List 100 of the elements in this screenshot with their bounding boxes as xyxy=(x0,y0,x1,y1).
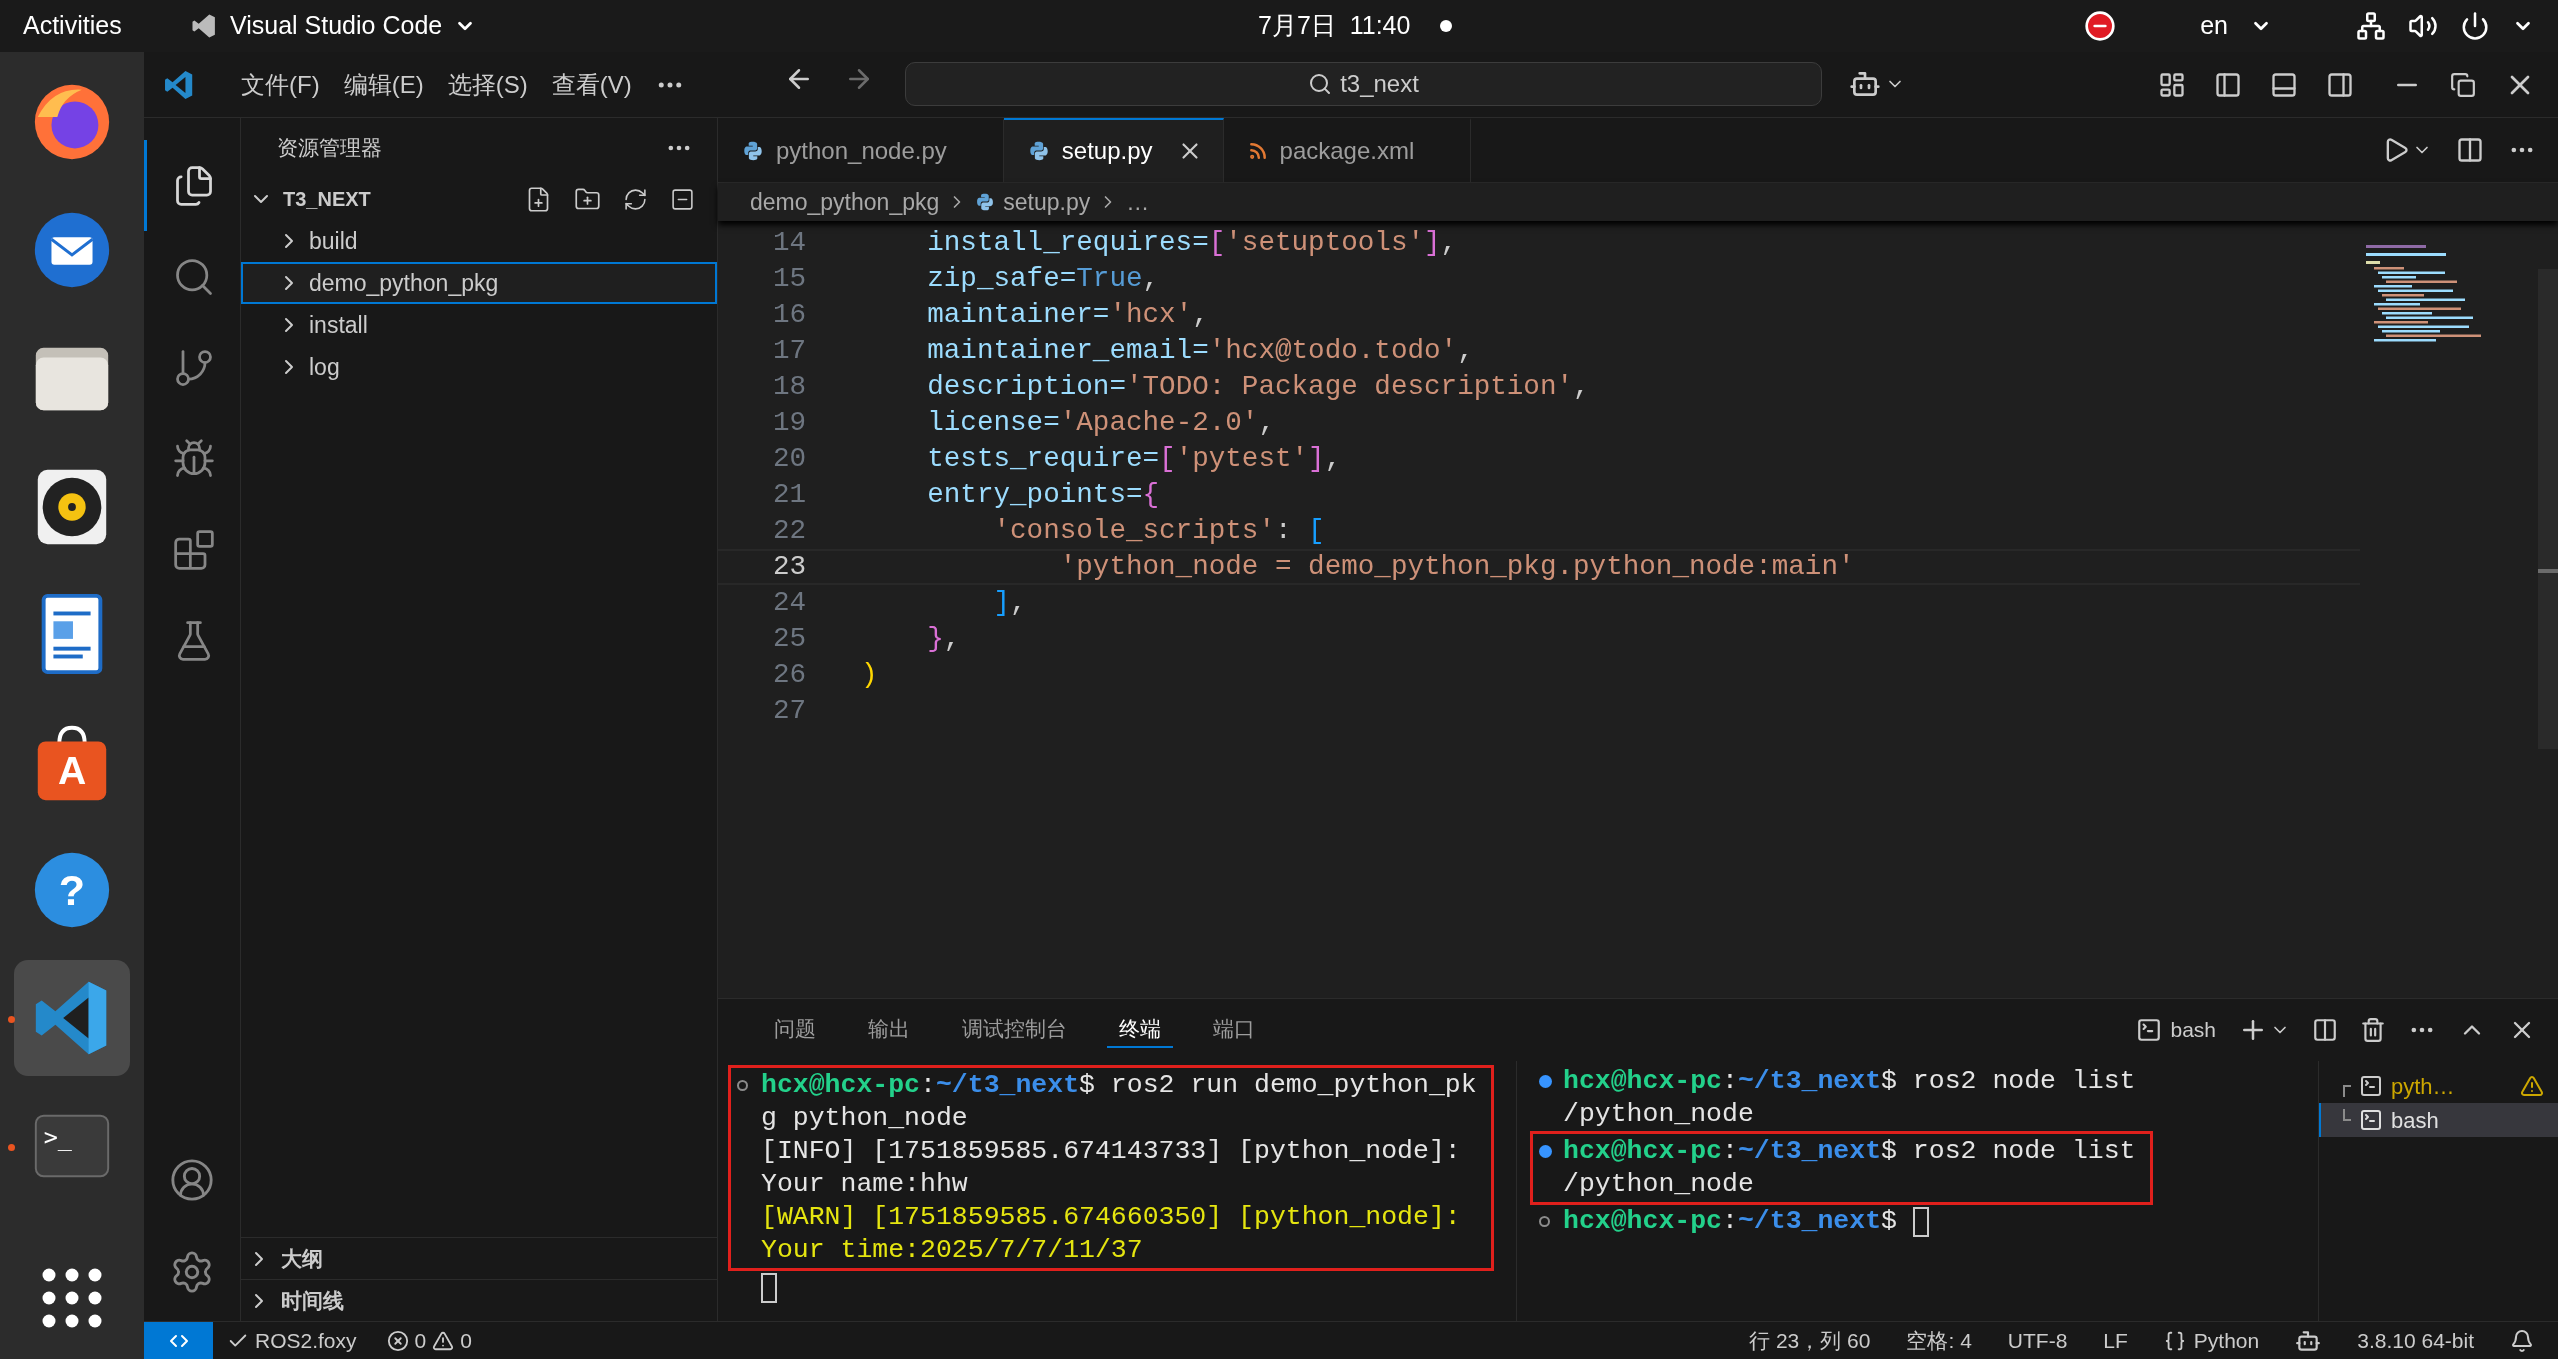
date-time[interactable]: 7月7日 11:40 xyxy=(1258,7,1411,45)
line-ending[interactable]: LF xyxy=(2103,1324,2128,1357)
trash-icon[interactable] xyxy=(2360,1017,2386,1043)
terminal-icon xyxy=(2359,1074,2383,1098)
blocks-icon xyxy=(171,527,216,572)
terminal-line: /python_node xyxy=(1563,1167,1754,1201)
line-number: 24 xyxy=(771,586,806,621)
dock-item[interactable]: >_ xyxy=(14,1088,130,1204)
warning-icon xyxy=(432,1329,455,1352)
code-line: install_requires=['setuptools'], xyxy=(926,226,1458,261)
section-header[interactable]: 大纲 xyxy=(241,1237,717,1279)
terminal-line: [INFO] [1751859585.674143733] [python_node]: xyxy=(761,1134,1461,1168)
source-control-item[interactable]: ROS2.foxy xyxy=(227,1324,357,1357)
activities-button[interactable]: Activities xyxy=(0,7,190,45)
line-number: 14 xyxy=(771,226,806,261)
terminal-line: Your name:hhw xyxy=(761,1167,968,1201)
search-icon xyxy=(1308,72,1333,96)
problems-item[interactable]: 0 0 xyxy=(386,1324,472,1357)
terminal-line: /python_node xyxy=(1563,1097,1754,1131)
dock-item[interactable] xyxy=(14,960,130,1076)
code-line: description='TODO: Package description', xyxy=(926,370,1590,405)
terminal-title: bash xyxy=(2391,1106,2439,1135)
terminal-list-item[interactable]: pyth… xyxy=(2319,1069,2558,1103)
terminal-line: hcx@hcx-pc:~/t3_next$ ros2 node list xyxy=(1563,1134,2136,1168)
terminal-list-item[interactable]: bash xyxy=(2319,1103,2558,1137)
rss-icon xyxy=(1247,141,1268,161)
code-line: ], xyxy=(992,586,1027,621)
refresh-icon[interactable] xyxy=(623,186,648,212)
menu-item[interactable]: 编辑(E) xyxy=(332,62,435,107)
indentation[interactable]: 空格: 4 xyxy=(1906,1324,1972,1357)
network-icon xyxy=(2356,11,2386,41)
layout-icon[interactable] xyxy=(2158,70,2186,99)
line-number: 21 xyxy=(771,478,806,513)
panel-tab[interactable]: 终端 xyxy=(1107,1012,1173,1048)
line-number: 25 xyxy=(771,622,806,657)
split-terminal-icon[interactable] xyxy=(2312,1017,2338,1043)
terminal-icon xyxy=(2136,1017,2163,1043)
menu-item[interactable]: 文件(F) xyxy=(230,62,331,107)
code-line: }, xyxy=(926,622,961,657)
panel-tab[interactable]: 输出 xyxy=(856,1012,922,1048)
breadcrumb-item[interactable]: demo_python_pkg xyxy=(750,184,940,220)
menu-item[interactable]: 查看(V) xyxy=(540,62,643,107)
terminal-name[interactable]: bash xyxy=(2170,1014,2216,1046)
breadcrumb-item[interactable]: … xyxy=(1126,184,1150,220)
braces-icon xyxy=(2163,1329,2186,1352)
section-title: 大纲 xyxy=(281,1245,323,1272)
collapse-icon[interactable] xyxy=(670,186,695,212)
sidebar-toggle-icon[interactable] xyxy=(2214,70,2242,99)
code-line: license='Apache-2.0', xyxy=(926,406,1275,441)
folder-name: T3_NEXT xyxy=(283,187,371,212)
editor-tab[interactable]: python_node.py xyxy=(718,118,1004,182)
account-icon[interactable] xyxy=(169,1157,215,1203)
restore-icon[interactable] xyxy=(2450,71,2476,98)
dock-item[interactable]: A xyxy=(14,704,130,820)
tree-line xyxy=(2343,1109,2351,1121)
encoding[interactable]: UTF-8 xyxy=(2007,1324,2068,1357)
code-line: maintainer_email='hcx@todo.todo', xyxy=(926,334,1474,369)
tree-item[interactable]: build xyxy=(241,220,717,262)
search-field[interactable]: t3_next xyxy=(905,62,1822,106)
cursor-position[interactable]: 行 23，列 60 xyxy=(1749,1324,1871,1357)
warning-count: 0 xyxy=(460,1327,472,1354)
section-title: 时间线 xyxy=(281,1287,344,1314)
breadcrumb-item[interactable]: setup.py xyxy=(975,184,1091,220)
sidebar-title: 资源管理器 xyxy=(277,135,382,162)
keyboard-layout[interactable]: en xyxy=(2200,7,2228,45)
code-line: 'python_node = demo_python_pkg.python_node:main' xyxy=(1058,550,1855,585)
interpreter[interactable]: 3.8.10 64-bit xyxy=(2357,1324,2474,1357)
editor-tab[interactable]: setup.py xyxy=(1003,118,1224,182)
line-number: 22 xyxy=(771,514,806,549)
code-line: 'console_scripts': [ xyxy=(992,514,1325,549)
app-grid-icon[interactable] xyxy=(41,1267,103,1329)
line-number: 16 xyxy=(771,298,806,333)
editor-tab[interactable]: package.xml xyxy=(1223,118,1472,182)
panel-tab[interactable]: 问题 xyxy=(762,1012,828,1048)
language-mode[interactable]: Python xyxy=(2163,1324,2260,1357)
error-icon xyxy=(386,1329,409,1352)
line-number: 17 xyxy=(771,334,806,369)
panel-tab[interactable]: 端口 xyxy=(1201,1012,1267,1048)
secondary-sidebar-icon[interactable] xyxy=(2326,70,2354,99)
panel-tab[interactable]: 调试控制台 xyxy=(950,1012,1079,1048)
line-number: 18 xyxy=(771,370,806,405)
folder-name: build xyxy=(309,226,358,256)
terminal-line: hcx@hcx-pc:~/t3_next$ xyxy=(1563,1204,1898,1238)
folder-header[interactable]: T3_NEXT xyxy=(241,178,717,220)
split-editor-icon[interactable] xyxy=(2456,136,2484,164)
line-number: 19 xyxy=(771,406,806,441)
python-file-icon xyxy=(975,192,996,212)
terminal-line: hcx@hcx-pc:~/t3_next$ ros2 node list xyxy=(1563,1064,2136,1098)
line-number: 27 xyxy=(771,694,806,729)
panel-toggle-icon[interactable] xyxy=(2270,70,2298,99)
tree-item[interactable]: log xyxy=(241,346,717,388)
menu-item[interactable]: 选择(S) xyxy=(436,62,539,107)
code-line: maintainer='hcx', xyxy=(926,298,1209,333)
app-menu[interactable]: Visual Studio Code xyxy=(230,7,443,45)
code-line: tests_require=['pytest'], xyxy=(926,442,1342,477)
tree-item[interactable]: install xyxy=(241,304,717,346)
terminal-title: pyth… xyxy=(2391,1072,2455,1101)
tree-item[interactable]: demo_python_pkg xyxy=(241,262,717,304)
remote-button[interactable] xyxy=(144,1322,213,1359)
bell-icon[interactable] xyxy=(2510,1328,2534,1353)
